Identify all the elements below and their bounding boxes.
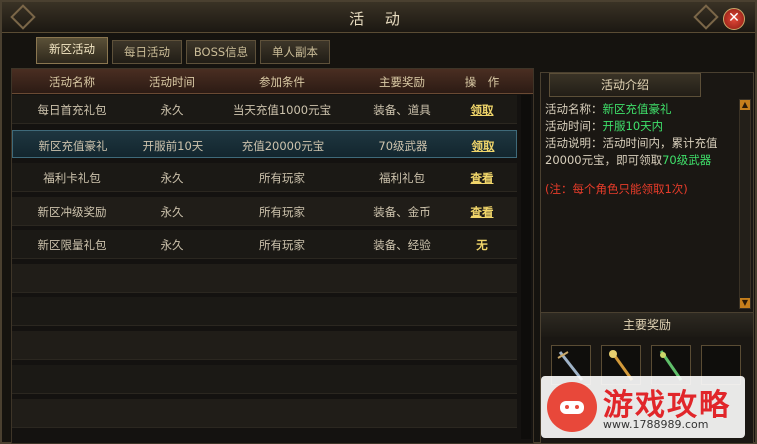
intro-name-value: 新区充值豪礼 bbox=[602, 102, 672, 116]
intro-time-label: 活动时间： bbox=[545, 119, 603, 133]
intro-name-label: 活动名称： bbox=[545, 102, 603, 116]
cell-condition: 充值20000元宝 bbox=[241, 139, 325, 153]
cell-name: 每日首充礼包 bbox=[37, 103, 107, 117]
cell-name: 福利卡礼包 bbox=[43, 171, 101, 185]
cell-time: 开服前10天 bbox=[142, 139, 204, 153]
header-time: 活动时间 bbox=[149, 75, 195, 89]
cell-reward: 70级武器 bbox=[378, 139, 428, 153]
table-row[interactable]: 新区冲级奖励 永久 所有玩家 装备、金币 查看 bbox=[12, 197, 517, 226]
table-header: 活动名称 活动时间 参加条件 主要奖励 操 作 bbox=[12, 69, 533, 94]
activity-intro-panel: 活动介绍 活动名称：新区充值豪礼 活动时间：开服10天内 活动说明：活动时间内，… bbox=[540, 72, 754, 314]
claim-link[interactable]: 领取 bbox=[452, 102, 512, 118]
table-row-selected[interactable]: 新区充值豪礼 开服前10天 充值20000元宝 70级武器 领取 bbox=[12, 130, 517, 158]
claim-link[interactable]: 领取 bbox=[453, 138, 513, 154]
action-none: 无 bbox=[476, 238, 488, 252]
header-reward: 主要奖励 bbox=[379, 75, 425, 89]
intro-text: 活动名称：新区充值豪礼 活动时间：开服10天内 活动说明：活动时间内，累计充值2… bbox=[545, 101, 733, 198]
tab-daily-activity[interactable]: 每日活动 bbox=[112, 40, 182, 64]
intro-time-value: 开服10天内 bbox=[602, 119, 664, 133]
cell-time: 永久 bbox=[160, 238, 184, 252]
tab-solo-dungeon[interactable]: 单人副本 bbox=[260, 40, 330, 64]
window-title: 活 动 bbox=[349, 10, 408, 28]
table-row[interactable]: 新区限量礼包 永久 所有玩家 装备、经验 无 bbox=[12, 230, 517, 259]
table-row[interactable]: 福利卡礼包 永久 所有玩家 福利礼包 查看 bbox=[12, 163, 517, 192]
watermark-logo: 游戏攻略 www.1788989.com bbox=[541, 376, 745, 438]
cell-condition: 所有玩家 bbox=[259, 205, 305, 219]
table-row[interactable]: 每日首充礼包 永久 当天充值1000元宝 装备、道具 领取 bbox=[12, 95, 517, 124]
empty-row bbox=[12, 297, 517, 326]
cell-condition: 当天充值1000元宝 bbox=[232, 103, 332, 117]
cell-condition: 所有玩家 bbox=[259, 238, 305, 252]
cell-condition: 所有玩家 bbox=[259, 171, 305, 185]
cell-time: 永久 bbox=[160, 205, 184, 219]
watermark-url: www.1788989.com bbox=[603, 418, 709, 431]
cell-name: 新区冲级奖励 bbox=[37, 205, 107, 219]
tab-boss-info[interactable]: BOSS信息 bbox=[186, 40, 256, 64]
header-name: 活动名称 bbox=[49, 75, 95, 89]
activity-window: 活 动 ✕ 新区活动 每日活动 BOSS信息 单人副本 活动名称 活动时间 参加… bbox=[0, 0, 757, 444]
cell-reward: 装备、金币 bbox=[373, 205, 431, 219]
cell-reward: 福利礼包 bbox=[379, 171, 425, 185]
intro-desc-highlight: 70级武器 bbox=[662, 153, 712, 167]
header-condition: 参加条件 bbox=[259, 75, 305, 89]
scroll-up-icon[interactable]: ▲ bbox=[740, 100, 750, 110]
watermark-gamepad-icon bbox=[547, 382, 597, 432]
cell-reward: 装备、道具 bbox=[373, 103, 431, 117]
view-link[interactable]: 查看 bbox=[452, 204, 512, 220]
activity-table: 活动名称 活动时间 参加条件 主要奖励 操 作 每日首充礼包 永久 当天充值10… bbox=[11, 68, 534, 444]
intro-scrollbar[interactable]: ▲ ▼ bbox=[739, 99, 751, 309]
cell-reward: 装备、经验 bbox=[373, 238, 431, 252]
cell-name: 新区充值豪礼 bbox=[38, 139, 108, 153]
scroll-down-icon[interactable]: ▼ bbox=[740, 298, 750, 308]
view-link[interactable]: 查看 bbox=[452, 170, 512, 186]
title-bar[interactable]: 活 动 ✕ bbox=[2, 2, 755, 33]
cell-time: 永久 bbox=[160, 171, 184, 185]
close-button[interactable]: ✕ bbox=[723, 8, 745, 30]
intro-note: (注：每个角色只能领取1次) bbox=[545, 182, 688, 196]
cell-name: 新区限量礼包 bbox=[37, 238, 107, 252]
empty-row bbox=[12, 331, 517, 360]
empty-row bbox=[12, 264, 517, 293]
cell-time: 永久 bbox=[160, 103, 184, 117]
empty-row bbox=[12, 365, 517, 394]
intro-desc-label: 活动说明： bbox=[545, 136, 603, 150]
header-action: 操 作 bbox=[464, 75, 500, 89]
intro-header: 活动介绍 bbox=[549, 73, 701, 97]
reward-header: 主要奖励 bbox=[541, 313, 753, 337]
table-scrollbar[interactable] bbox=[521, 95, 531, 439]
tab-new-server-activity[interactable]: 新区活动 bbox=[36, 37, 108, 64]
empty-row bbox=[12, 399, 517, 428]
